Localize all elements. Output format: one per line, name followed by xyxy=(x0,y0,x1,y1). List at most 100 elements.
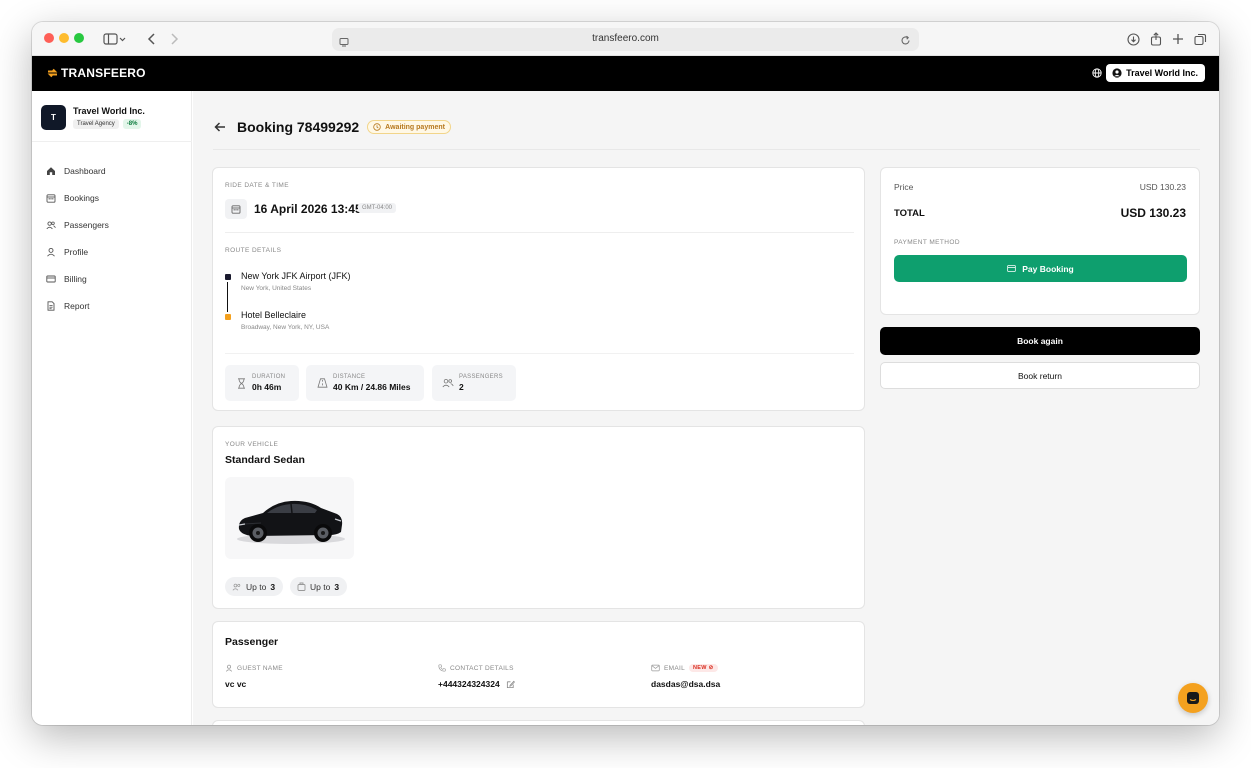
close-window-button[interactable] xyxy=(44,33,54,43)
header-divider xyxy=(213,149,1200,150)
passengers-value: 2 xyxy=(459,382,464,392)
forward-icon[interactable] xyxy=(166,31,182,47)
address-bar[interactable]: transfeero.com xyxy=(332,28,919,51)
main-content: Booking 78499292 Awaiting payment RIDE D… xyxy=(193,91,1219,725)
account-name: Travel World Inc. xyxy=(1126,68,1198,78)
passenger-card: Passenger GUEST NAME vc vc CONTACT DETAI… xyxy=(212,621,865,708)
phone-icon xyxy=(438,664,446,672)
pay-booking-button[interactable]: Pay Booking xyxy=(894,255,1187,282)
book-again-button[interactable]: Book again xyxy=(880,327,1200,355)
section-divider xyxy=(225,232,854,233)
org-avatar: T xyxy=(41,105,66,130)
sidebar-item-billing[interactable]: Billing xyxy=(46,265,109,292)
duration-label: DURATION xyxy=(252,374,286,380)
account-button[interactable]: Travel World Inc. xyxy=(1106,64,1205,82)
users-icon xyxy=(46,220,56,229)
distance-stat: DISTANCE 40 Km / 24.86 Miles xyxy=(306,365,424,401)
contact-field: CONTACT DETAILS +444324324324 xyxy=(438,664,515,689)
status-badge: Awaiting payment xyxy=(367,120,451,134)
contact-value: +444324324324 xyxy=(438,679,500,689)
share-icon[interactable] xyxy=(1148,31,1164,47)
distance-value: 40 Km / 24.86 Miles xyxy=(333,382,411,392)
edit-icon[interactable] xyxy=(506,680,515,689)
users-icon xyxy=(442,377,454,389)
dropoff-marker-icon xyxy=(225,314,231,320)
sidebar-item-dashboard[interactable]: Dashboard xyxy=(46,157,109,184)
new-badge-text: NEW xyxy=(693,665,707,671)
total-label: TOTAL xyxy=(894,207,925,219)
book-return-button[interactable]: Book return xyxy=(880,362,1200,389)
back-icon[interactable] xyxy=(144,31,160,47)
chat-icon xyxy=(1187,692,1199,704)
user-icon xyxy=(47,247,55,257)
clock-icon xyxy=(373,123,381,131)
passengers-label: PASSENGERS xyxy=(459,374,503,380)
org-type-badge: Travel Agency xyxy=(73,119,119,129)
luggage-capacity-pill: Up to 3 xyxy=(290,577,348,596)
app-header: TRANSFEERO EN Travel World Inc. xyxy=(32,56,1219,91)
page-header: Booking 78499292 Awaiting payment xyxy=(213,119,451,135)
new-badge: NEW ⊘ xyxy=(689,664,718,672)
maximize-window-button[interactable] xyxy=(74,33,84,43)
organization-switcher[interactable]: T Travel World Inc. Travel Agency -8% xyxy=(41,105,145,130)
email-label: EMAIL xyxy=(664,664,686,672)
distance-label: DISTANCE xyxy=(333,374,366,380)
brand-mark-icon xyxy=(47,68,58,78)
tabs-overview-icon[interactable] xyxy=(1192,31,1208,47)
ride-date-label: RIDE DATE & TIME xyxy=(225,182,289,189)
price-value: USD 130.23 xyxy=(1139,182,1186,192)
contact-label: CONTACT DETAILS xyxy=(450,664,514,672)
sidebar-item-report[interactable]: Report xyxy=(46,292,109,319)
sidebar-divider xyxy=(32,141,192,142)
sidebar-item-label: Billing xyxy=(64,273,87,284)
ride-datetime: 16 April 2026 13:45 xyxy=(254,202,362,216)
pickup-address: New York, United States xyxy=(241,285,312,292)
sidebar-toggle-icon[interactable] xyxy=(102,31,128,47)
discount-badge: -8% xyxy=(122,119,142,129)
chat-launcher-button[interactable] xyxy=(1178,683,1208,713)
org-name: Travel World Inc. xyxy=(73,106,145,116)
road-icon xyxy=(316,377,328,389)
download-icon[interactable] xyxy=(1125,31,1141,47)
luggage-capacity: 3 xyxy=(334,581,340,592)
new-tab-icon[interactable] xyxy=(1170,31,1186,47)
card-icon xyxy=(46,275,56,282)
brand-logo[interactable]: TRANSFEERO xyxy=(47,66,146,80)
email-value: dasdas@dsa.dsa xyxy=(651,679,721,689)
sedan-car-icon xyxy=(237,500,345,544)
route-label: ROUTE DETAILS xyxy=(225,247,282,254)
back-arrow-icon[interactable] xyxy=(213,120,227,134)
sidebar-item-passengers[interactable]: Passengers xyxy=(46,211,109,238)
guest-name-label: GUEST NAME xyxy=(237,664,283,672)
vehicle-label: YOUR VEHICLE xyxy=(225,441,279,448)
email-field: EMAIL NEW ⊘ dasdas@dsa.dsa xyxy=(651,664,720,689)
pickup-marker-icon xyxy=(225,274,231,280)
url-text: transfeero.com xyxy=(592,33,659,44)
reload-icon[interactable] xyxy=(900,33,911,51)
sidebar-nav: Dashboard Bookings Passengers Profile Bi… xyxy=(46,157,109,319)
price-card: Price USD 130.23 TOTAL USD 130.23 PAYMEN… xyxy=(880,167,1200,315)
duration-stat: DURATION 0h 46m xyxy=(225,365,299,401)
sidebar-item-label: Profile xyxy=(64,246,89,257)
browser-titlebar: transfeero.com xyxy=(32,22,1219,56)
passengers-stat: PASSENGERS 2 xyxy=(432,365,516,401)
user-circle-icon xyxy=(1112,68,1122,78)
additional-card xyxy=(212,720,865,725)
user-icon xyxy=(225,664,233,672)
sidebar-item-bookings[interactable]: Bookings xyxy=(46,184,109,211)
vehicle-name: Standard Sedan xyxy=(225,454,305,466)
passenger-capacity: 3 xyxy=(270,581,276,592)
pay-booking-label: Pay Booking xyxy=(1022,263,1074,274)
section-divider xyxy=(225,353,854,354)
browser-window: transfeero.com TRANSFEERO EN T xyxy=(32,22,1219,725)
passenger-capacity-pill: Up to 3 xyxy=(225,577,284,596)
capacity-prefix: Up to xyxy=(310,581,331,592)
sidebar-item-profile[interactable]: Profile xyxy=(46,238,109,265)
luggage-icon xyxy=(297,582,306,591)
minimize-window-button[interactable] xyxy=(59,33,69,43)
duration-value: 0h 46m xyxy=(252,382,282,392)
sidebar-item-label: Report xyxy=(64,300,90,311)
sidebar-item-label: Dashboard xyxy=(64,165,106,176)
calendar-icon xyxy=(225,199,247,219)
pickup-name: New York JFK Airport (JFK) xyxy=(241,271,351,281)
